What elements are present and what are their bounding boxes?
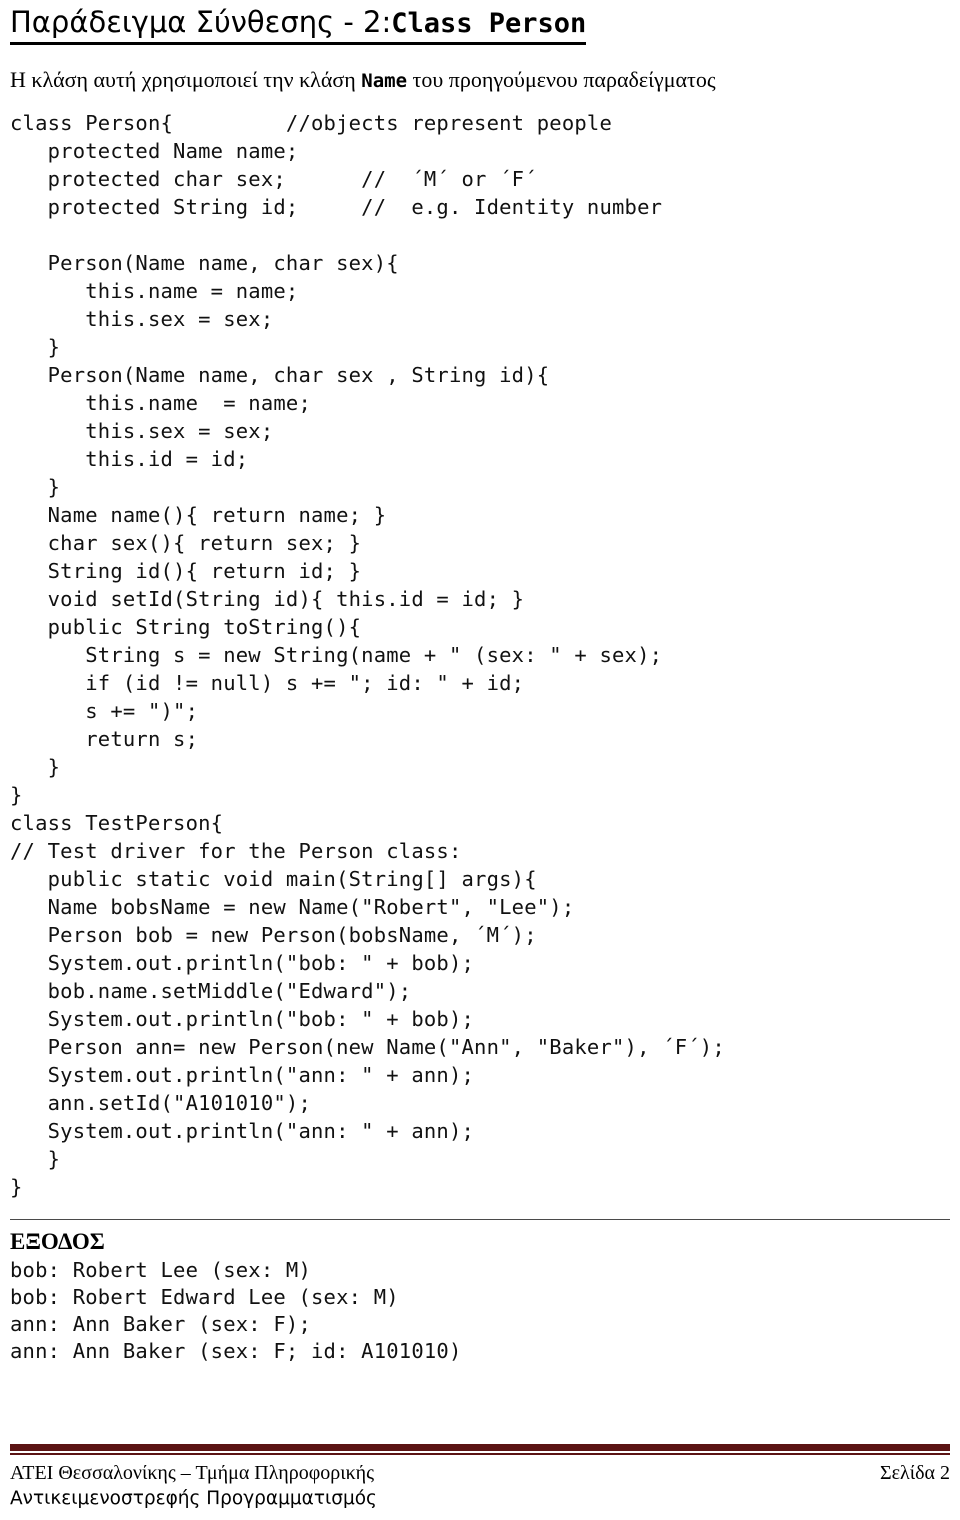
page-title-greek: Παράδειγμα Σύνθεσης - 2: — [10, 5, 392, 39]
page-footer: ΑΤΕΙ Θεσσαλονίκης – Τμήμα Πληροφορικής Α… — [10, 1444, 950, 1512]
title-row: Παράδειγμα Σύνθεσης - 2:Class Person — [10, 0, 950, 45]
subtitle-after: του προηγούμενου παραδείγματος — [407, 66, 716, 92]
java-code-listing: class Person{ //objects represent people… — [10, 110, 725, 1199]
subtitle-before: Η κλάση αυτή χρησιμοποιεί την κλάση — [10, 66, 362, 92]
document-page: Παράδειγμα Σύνθεσης - 2:Class Person Η κ… — [0, 0, 960, 1520]
program-output-listing: bob: Robert Lee (sex: M) bob: Robert Edw… — [10, 1258, 462, 1364]
page-title: Παράδειγμα Σύνθεσης - 2:Class Person — [10, 0, 587, 45]
output-heading: ΕΞΟΔΟΣ — [10, 1228, 105, 1254]
subtitle-class-name: Name — [361, 69, 408, 92]
footer-text-row: ΑΤΕΙ Θεσσαλονίκης – Τμήμα Πληροφορικής Α… — [10, 1455, 950, 1512]
subtitle: Η κλάση αυτή χρησιμοποιεί την κλάση Name… — [10, 45, 950, 93]
footer-rule-thick — [10, 1444, 950, 1451]
footer-page-number: Σελίδα 2 — [879, 1462, 950, 1484]
footer-left: ΑΤΕΙ Θεσσαλονίκης – Τμήμα Πληροφορικής Α… — [10, 1460, 377, 1512]
page-title-code: Class Person — [391, 8, 587, 39]
footer-institution: ΑΤΕΙ Θεσσαλονίκης – Τμήμα Πληροφορικής — [10, 1462, 375, 1484]
footer-course: Αντικειμενοστρεφής Προγραμματισμός — [10, 1488, 377, 1509]
